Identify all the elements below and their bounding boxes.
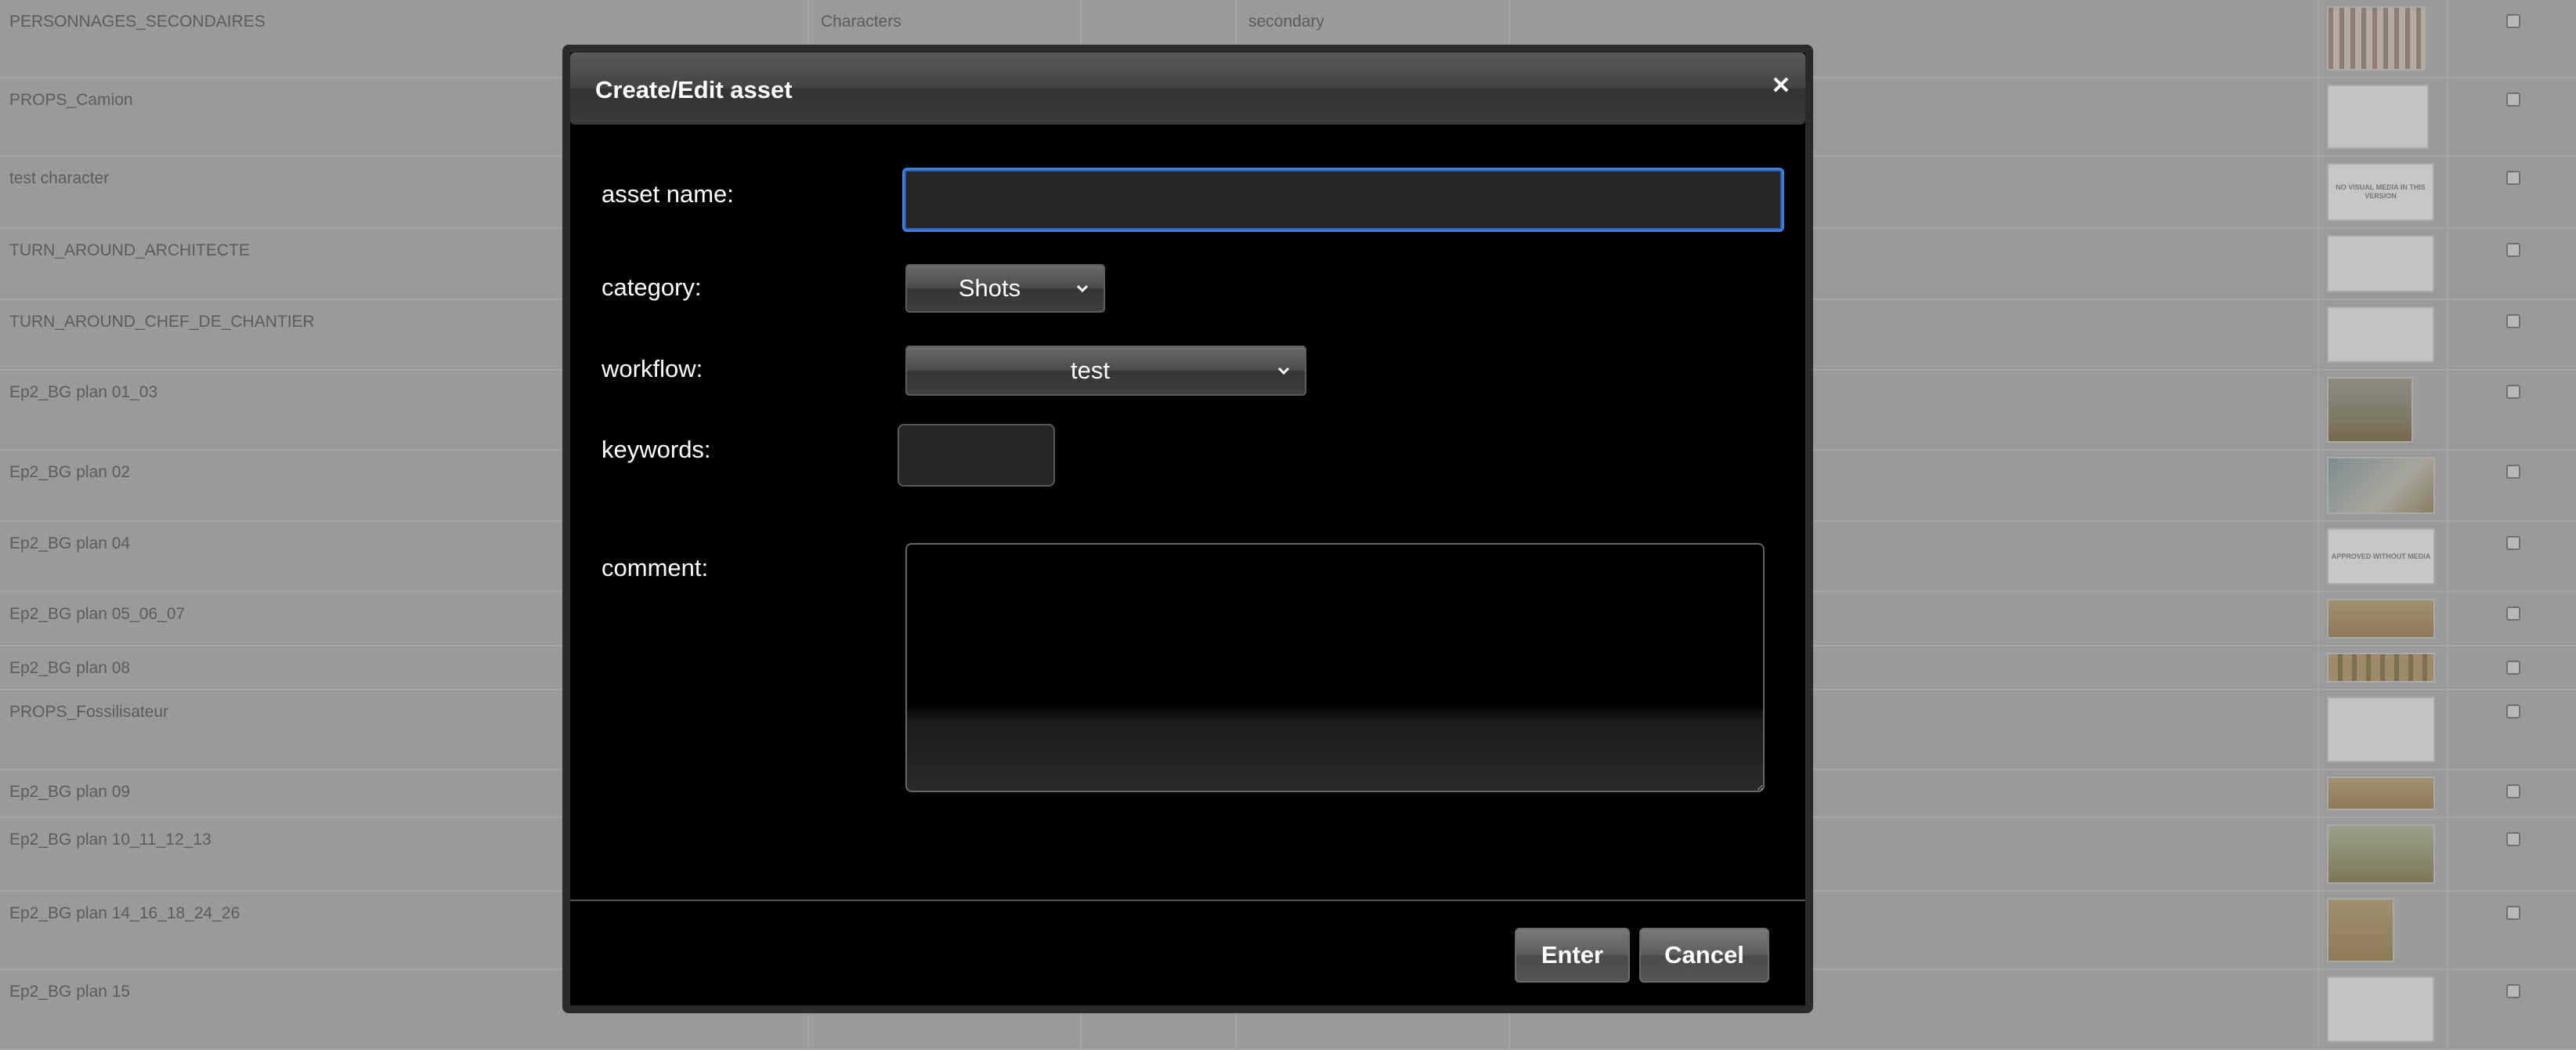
row-checkbox[interactable] xyxy=(2506,704,2520,719)
dialog-title: Create/Edit asset xyxy=(595,76,793,103)
row-checkbox[interactable] xyxy=(2506,14,2520,28)
asset-name-cell: PERSONNAGES_SECONDAIRES xyxy=(9,13,266,31)
asset-thumbnail[interactable] xyxy=(2327,653,2435,682)
asset-name-cell: Ep2_BG plan 15 xyxy=(9,983,131,1001)
enter-button[interactable]: Enter xyxy=(1515,928,1630,983)
comment-textarea[interactable] xyxy=(905,543,1765,792)
table-cell xyxy=(2448,300,2576,369)
asset-name-cell: Ep2_BG plan 08 xyxy=(9,659,131,677)
asset-thumbnail[interactable] xyxy=(2327,6,2426,71)
table-cell xyxy=(2448,522,2576,591)
asset-name-cell: Ep2_BG plan 14_16_18_24_26 xyxy=(9,904,240,922)
asset-thumbnail[interactable] xyxy=(2327,85,2429,149)
table-cell xyxy=(2448,229,2576,299)
keywords-label: keywords: xyxy=(602,436,711,463)
asset-name-cell: Ep2_BG plan 10_11_12_13 xyxy=(9,831,211,849)
category-select[interactable]: Shots xyxy=(905,264,1105,313)
close-icon[interactable]: ✕ xyxy=(1769,74,1793,98)
chevron-down-icon xyxy=(1076,284,1089,293)
row-checkbox[interactable] xyxy=(2506,171,2520,185)
table-cell xyxy=(2448,892,2576,969)
asset-name-cell: Ep2_BG plan 04 xyxy=(9,534,131,552)
row-checkbox[interactable] xyxy=(2506,92,2520,107)
asset-thumbnail[interactable] xyxy=(2327,235,2434,292)
asset-category-cell: Characters xyxy=(821,13,901,31)
asset-name-cell: Ep2_BG plan 01_03 xyxy=(9,383,158,401)
asset-thumbnail[interactable]: APPROVED WITHOUT MEDIA xyxy=(2327,528,2435,585)
category-selected-value: Shots xyxy=(958,274,1021,302)
asset-thumbnail[interactable] xyxy=(2327,599,2435,639)
asset-name-cell: PROPS_Camion xyxy=(9,91,133,109)
row-checkbox[interactable] xyxy=(2506,606,2520,621)
row-checkbox[interactable] xyxy=(2506,906,2520,920)
table-cell xyxy=(2448,0,2576,77)
asset-thumbnail[interactable] xyxy=(2327,777,2435,810)
workflow-label: workflow: xyxy=(602,355,703,382)
asset-type-cell: secondary xyxy=(1248,13,1324,31)
row-checkbox[interactable] xyxy=(2506,465,2520,479)
table-cell xyxy=(2448,371,2576,449)
asset-name-cell: Ep2_BG plan 09 xyxy=(9,783,131,801)
comment-label: comment: xyxy=(602,554,709,581)
workflow-select[interactable]: test xyxy=(905,346,1306,396)
asset-thumbnail[interactable] xyxy=(2327,306,2434,363)
asset-thumbnail[interactable] xyxy=(2327,377,2413,443)
asset-name-cell: TURN_AROUND_ARCHITECTE xyxy=(9,241,250,259)
asset-thumbnail[interactable] xyxy=(2327,976,2434,1042)
asset-thumbnail[interactable] xyxy=(2327,898,2394,962)
table-cell xyxy=(2448,818,2576,890)
create-edit-asset-dialog: Create/Edit asset ✕ asset name: category… xyxy=(562,45,1813,1013)
table-cell xyxy=(2448,451,2576,520)
asset-name-cell: Ep2_BG plan 02 xyxy=(9,463,131,481)
asset-name-cell: Ep2_BG plan 05_06_07 xyxy=(9,605,186,623)
asset-name-input[interactable] xyxy=(902,168,1784,232)
table-cell xyxy=(2448,157,2576,227)
asset-name-cell: PROPS_Fossilisateur xyxy=(9,703,169,721)
row-checkbox[interactable] xyxy=(2506,984,2520,998)
dialog-titlebar[interactable]: Create/Edit asset ✕ xyxy=(570,52,1805,125)
row-checkbox[interactable] xyxy=(2506,314,2520,328)
chevron-down-icon xyxy=(1277,367,1290,375)
asset-thumbnail[interactable] xyxy=(2327,824,2435,884)
row-checkbox[interactable] xyxy=(2506,661,2520,675)
asset-thumbnail[interactable]: NO VISUAL MEDIA IN THIS VERSION xyxy=(2327,163,2434,221)
asset-name-cell: test character xyxy=(9,169,110,187)
table-cell xyxy=(2448,690,2576,769)
table-cell xyxy=(2448,78,2576,155)
asset-thumbnail[interactable] xyxy=(2327,697,2435,762)
cancel-button[interactable]: Cancel xyxy=(1639,928,1769,983)
category-label: category: xyxy=(602,273,702,301)
row-checkbox[interactable] xyxy=(2506,243,2520,257)
footer-divider xyxy=(570,900,1805,901)
asset-name-label: asset name: xyxy=(602,180,734,208)
row-checkbox[interactable] xyxy=(2506,385,2520,399)
row-checkbox[interactable] xyxy=(2506,832,2520,846)
asset-thumbnail[interactable] xyxy=(2327,457,2435,514)
table-cell xyxy=(2448,970,2576,1048)
row-checkbox[interactable] xyxy=(2506,784,2520,798)
row-checkbox[interactable] xyxy=(2506,536,2520,550)
workflow-selected-value: test xyxy=(1071,357,1110,384)
asset-name-cell: TURN_AROUND_CHEF_DE_CHANTIER xyxy=(9,313,315,331)
keywords-input[interactable] xyxy=(898,424,1055,487)
